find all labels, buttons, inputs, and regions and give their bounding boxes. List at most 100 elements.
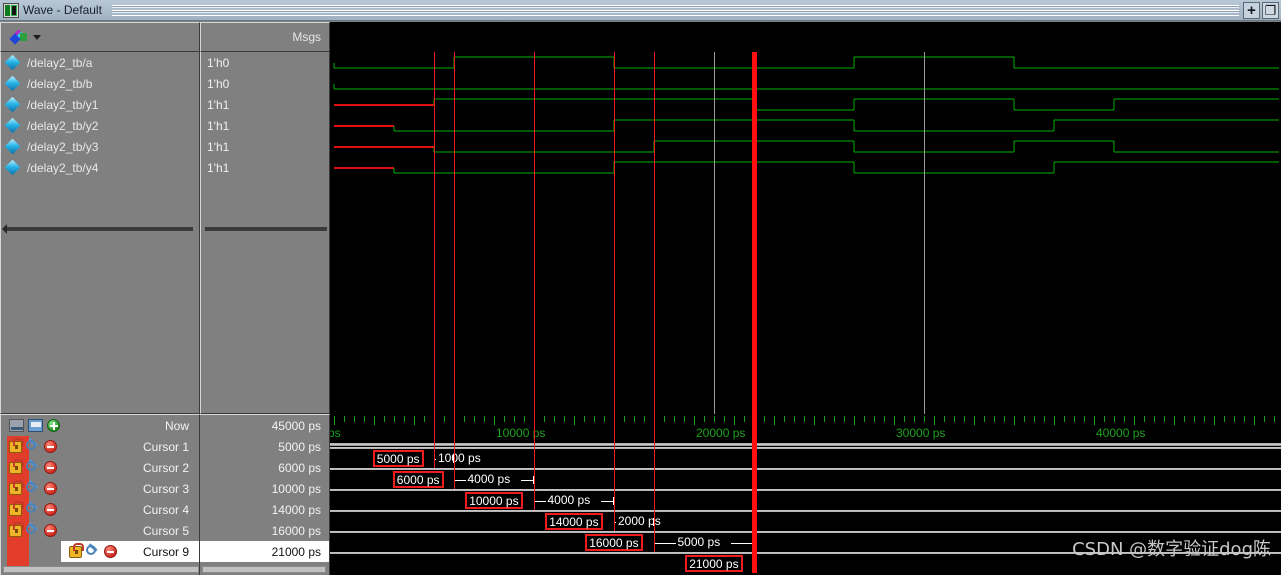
- signal-row[interactable]: /delay2_tb/y4: [1, 157, 199, 178]
- cursor-time-badge[interactable]: 6000 ps: [392, 471, 444, 488]
- lock-icon[interactable]: [9, 500, 24, 516]
- lock-icon[interactable]: [69, 542, 84, 558]
- cursor-row[interactable]: Cursor 4: [1, 499, 199, 520]
- cursor-toolbar[interactable]: [9, 419, 60, 432]
- waveform-canvas[interactable]: [330, 52, 1281, 414]
- maximize-restore-button[interactable]: +: [1243, 1, 1260, 19]
- ruler-tick: [374, 416, 375, 425]
- cursor-row[interactable]: Cursor 1: [1, 436, 199, 457]
- timeline-and-measurements[interactable]: ps 10000 ps 20000 ps 30000 ps 40000 ps 5000 …: [330, 414, 1281, 575]
- cursor-line[interactable]: [752, 414, 757, 573]
- cursor-time-badge[interactable]: 14000 ps: [545, 513, 603, 530]
- cursor-line[interactable]: [454, 52, 455, 414]
- cursor-row-now[interactable]: Now: [1, 415, 199, 436]
- cursor-label: Cursor 9: [142, 544, 189, 559]
- ruler-tick: [1184, 416, 1185, 422]
- delete-icon[interactable]: [44, 524, 57, 537]
- ruler-tick: [344, 416, 345, 422]
- signal-row[interactable]: /delay2_tb/b: [1, 73, 199, 94]
- cursor-panel: Now Cursor 1 Cursor 2 Cursor 3 Cursor 4 …: [0, 414, 1281, 575]
- cursor-row-controls[interactable]: [69, 542, 117, 558]
- time-marker-line[interactable]: [714, 52, 715, 414]
- delta-connector: [520, 480, 534, 481]
- cursor-value-row: 16000 ps: [200, 520, 329, 541]
- ruler-label: 30000 ps: [896, 426, 946, 440]
- add-cursor-icon[interactable]: [47, 419, 60, 432]
- cursor-line[interactable]: [654, 52, 655, 414]
- delete-icon[interactable]: [44, 461, 57, 474]
- name-column-header[interactable]: [0, 22, 200, 52]
- cursor-line[interactable]: [614, 414, 615, 531]
- cursor-line[interactable]: [454, 414, 455, 489]
- delete-icon[interactable]: [44, 503, 57, 516]
- ruler-tick: [574, 416, 575, 425]
- signal-row[interactable]: /delay2_tb/a: [1, 52, 199, 73]
- delta-connector: [730, 543, 754, 544]
- delta-label: 4000 ps: [467, 472, 511, 486]
- cursor-line[interactable]: [434, 414, 435, 468]
- cursor-time-badge[interactable]: 21000 ps: [685, 555, 743, 572]
- cursor-names-pane[interactable]: Now Cursor 1 Cursor 2 Cursor 3 Cursor 4 …: [0, 414, 200, 575]
- cursor-row[interactable]: Cursor 2: [1, 457, 199, 478]
- signal-row[interactable]: /delay2_tb/y3: [1, 136, 199, 157]
- msgs-column-header[interactable]: Msgs: [200, 22, 330, 52]
- time-marker-line[interactable]: [924, 52, 925, 414]
- undock-button[interactable]: ❐: [1262, 1, 1279, 19]
- ruler-tick: [884, 416, 885, 422]
- ruler-tick: [834, 416, 835, 422]
- ruler-tick: [554, 416, 555, 422]
- find-cursor-icon[interactable]: [9, 419, 24, 432]
- titlebar-grip[interactable]: [111, 4, 1239, 16]
- cursor-line[interactable]: [654, 414, 655, 552]
- chevron-down-icon[interactable]: [33, 34, 41, 40]
- cursor-options-icon[interactable]: [28, 419, 43, 432]
- cursor-row-selected[interactable]: Cursor 9: [61, 541, 199, 562]
- values-horizontal-scrollbar[interactable]: [205, 227, 327, 231]
- wrench-icon[interactable]: [26, 482, 40, 495]
- delete-icon[interactable]: [44, 482, 57, 495]
- wrench-icon[interactable]: [26, 440, 40, 453]
- wrench-icon[interactable]: [26, 461, 40, 474]
- ruler-tick: [714, 416, 715, 422]
- cursor-row-controls[interactable]: [9, 479, 57, 495]
- ruler-tick: [1264, 416, 1265, 422]
- signal-row[interactable]: /delay2_tb/y1: [1, 94, 199, 115]
- lock-icon[interactable]: [9, 521, 24, 537]
- delete-icon[interactable]: [104, 545, 117, 558]
- measurement-baseline: [330, 447, 1281, 449]
- cursor-line[interactable]: [614, 52, 615, 414]
- wrench-icon[interactable]: [86, 545, 100, 558]
- signal-names-pane[interactable]: /delay2_tb/a /delay2_tb/b /delay2_tb/y1 …: [0, 52, 200, 414]
- cursor-names-scrollbar[interactable]: [3, 566, 199, 573]
- ruler-tick: [384, 416, 385, 422]
- ruler-tick: [744, 416, 745, 422]
- cursor-row[interactable]: Cursor 3: [1, 478, 199, 499]
- cursor-line[interactable]: [534, 52, 535, 414]
- ruler-tick: [1124, 416, 1125, 422]
- cursor-row-controls[interactable]: [9, 437, 57, 453]
- cursor-line[interactable]: [752, 52, 757, 414]
- cursor-row-controls[interactable]: [9, 521, 57, 537]
- ruler-tick: [734, 416, 735, 425]
- cursor-time-badge[interactable]: 16000 ps: [585, 534, 643, 551]
- cursor-row[interactable]: Cursor 5: [1, 520, 199, 541]
- wrench-icon[interactable]: [26, 524, 40, 537]
- cursor-line[interactable]: [434, 52, 435, 414]
- time-ruler[interactable]: ps 10000 ps 20000 ps 30000 ps 40000 ps: [330, 414, 1281, 444]
- cursor-label: Cursor 1: [142, 439, 189, 454]
- ruler-tick: [474, 416, 475, 422]
- cursor-time-badge[interactable]: 10000 ps: [465, 492, 523, 509]
- cursor-time-badge[interactable]: 5000 ps: [372, 450, 424, 467]
- watermark-text: CSDN @数字验证dog陈: [1072, 539, 1271, 560]
- wrench-icon[interactable]: [26, 503, 40, 516]
- cursor-row-controls[interactable]: [9, 458, 57, 474]
- delete-icon[interactable]: [44, 440, 57, 453]
- lock-icon[interactable]: [9, 479, 24, 495]
- names-horizontal-scrollbar[interactable]: [2, 224, 193, 234]
- lock-icon[interactable]: [9, 437, 24, 453]
- signal-row[interactable]: /delay2_tb/y2: [1, 115, 199, 136]
- cursor-row-controls[interactable]: [9, 500, 57, 516]
- lock-icon[interactable]: [9, 458, 24, 474]
- cursor-values-scrollbar[interactable]: [202, 566, 326, 573]
- cursor-line[interactable]: [534, 414, 535, 510]
